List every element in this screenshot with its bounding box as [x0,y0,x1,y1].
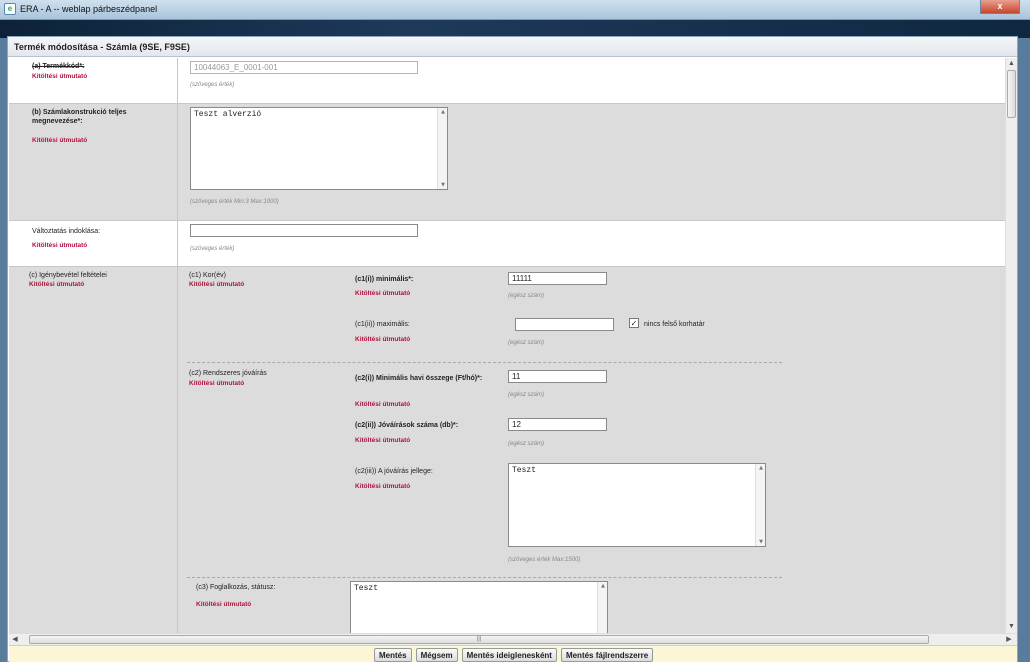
textarea-scrollbar[interactable]: ▲ [597,582,607,633]
column-divider [177,221,178,266]
c1-guide-link[interactable]: Kitöltési útmutató [189,281,244,288]
no-upper-limit-label: nincs felső korhatár [644,321,705,328]
column-divider [177,104,178,220]
scroll-right-icon[interactable]: ▶ [1003,634,1015,645]
textarea-scrollbar[interactable]: ▲ ▼ [437,108,447,189]
c2-guide-link[interactable]: Kitöltési útmutató [189,380,244,387]
modal-dialog: Termék módosítása - Számla (9SE, F9SE) (… [7,36,1018,662]
igenybevetel-guide-link[interactable]: Kitöltési útmutató [29,281,84,288]
c2-i-hint: (egész szám) [508,392,545,398]
window-controls: x [980,0,1020,14]
save-to-filesystem-button[interactable]: Mentés fájlrendszerre [560,648,654,662]
cancel-button[interactable]: Mégsem [415,648,458,662]
vertical-scrollbar[interactable]: ▲ ▼ [1005,58,1017,633]
dialog-footer: Mentés Mégsem Mentés ideiglenesként Ment… [9,645,1017,662]
dialog-title: Termék módosítása - Számla (9SE, F9SE) [14,42,190,52]
c1-min-guide-link[interactable]: Kitöltési útmutató [355,290,410,297]
c2-label: (c2) Rendszeres jóváírás [189,370,267,377]
no-upper-limit-checkbox[interactable]: ✓ [629,318,639,328]
column-divider [177,267,178,633]
c1-max-label: (c1(ii)) maximális: [355,321,410,328]
valtoztatas-hint: (szöveges érték) [190,246,235,252]
textarea-scrollbar[interactable]: ▲ ▼ [755,464,765,546]
dialog-header: Termék módosítása - Számla (9SE, F9SE) [8,37,1017,57]
c2-i-label: (c2(i)) Minimális havi összege (Ft/hó)*: [355,375,483,382]
c2-i-guide-link[interactable]: Kitöltési útmutató [355,401,410,408]
c1-min-hint: (egész szám) [508,293,545,299]
scroll-up-icon[interactable]: ▲ [1006,58,1017,70]
horizontal-scrollbar[interactable]: ◀ ||| ▶ [9,633,1017,645]
c1-label: (c1) Kor(év) [189,272,226,279]
scroll-left-icon[interactable]: ◀ [9,634,21,645]
c2-iii-value: Teszt [512,466,537,475]
save-button[interactable]: Mentés [374,648,412,662]
save-temporary-button[interactable]: Mentés ideiglenesként [461,648,557,662]
szamlakonstrukcio-hint: (szöveges érték Min:3 Max:1000) [190,199,279,205]
c3-value: Teszt [354,584,379,593]
c2-iii-label: (c2(iii)) A jóváírás jellege: [355,468,433,475]
section-divider [187,577,782,578]
c2-ii-hint: (egész szám) [508,441,545,447]
szamlakonstrukcio-value: Teszt alverzió [194,110,262,119]
c1-min-input[interactable] [508,272,607,285]
szamlakonstrukcio-label: (b) Számlakonstrukció teljes megnevezése… [32,109,127,125]
termekkod-label: (a) Termékkód*: [32,63,85,70]
c3-textarea[interactable]: Teszt ▲ [350,581,608,633]
c2-ii-input[interactable] [508,418,607,431]
igenybevetel-label: (c) Igénybevétel feltételei [29,272,107,279]
footer-buttons: Mentés Mégsem Mentés ideiglenesként Ment… [374,648,654,662]
c1-max-input[interactable] [515,318,614,331]
szamlakonstrukcio-guide-link[interactable]: Kitöltési útmutató [32,137,87,144]
c1-max-hint: (egész szám) [508,340,545,346]
form-content: (a) Termékkód*: Kitöltési útmutató (szöv… [9,58,1005,633]
horizontal-scroll-thumb[interactable]: ||| [29,635,929,644]
szamlakonstrukcio-textarea[interactable]: Teszt alverzió ▲ ▼ [190,107,448,190]
app-icon: e [4,3,16,15]
c2-ii-label: (c2(ii)) Jóváírások száma (db)*: [355,422,459,429]
valtoztatas-input[interactable] [190,224,418,237]
c3-label: (c3) Foglalkozás, státusz: [196,584,276,591]
c2-iii-guide-link[interactable]: Kitöltési útmutató [355,483,410,490]
row-szamlakonstrukcio: (b) Számlakonstrukció teljes megnevezése… [9,104,1005,221]
close-window-button[interactable]: x [980,0,1020,14]
c2-iii-hint: (szöveges érték Max:1500) [508,557,581,563]
valtoztatas-guide-link[interactable]: Kitöltési útmutató [32,242,87,249]
termekkod-guide-link[interactable]: Kitöltési útmutató [32,73,87,80]
window-title: ERA - A -- weblap párbeszédpanel [20,4,158,14]
scroll-down-icon[interactable]: ▼ [1006,621,1017,633]
section-divider [187,362,782,363]
termekkod-hint: (szöveges érték) [190,82,235,88]
valtoztatas-label: Változtatás indoklása: [32,228,101,235]
vertical-scroll-thumb[interactable] [1007,70,1016,118]
c1-min-label: (c1(i)) minimális*: [355,276,414,283]
window-titlebar: e ERA - A -- weblap párbeszédpanel x [0,0,1030,20]
column-divider [177,58,178,103]
c2-ii-guide-link[interactable]: Kitöltési útmutató [355,437,410,444]
c1-max-guide-link[interactable]: Kitöltési útmutató [355,336,410,343]
row-valtoztatas: Változtatás indoklása: Kitöltési útmutat… [9,221,1005,267]
c2-i-input[interactable] [508,370,607,383]
c3-guide-link[interactable]: Kitöltési útmutató [196,601,251,608]
termekkod-input[interactable] [190,61,418,74]
c2-iii-textarea[interactable]: Teszt ▲ ▼ [508,463,766,547]
row-igenybevetel: (c) Igénybevétel feltételei Kitöltési út… [9,267,1005,633]
row-termekkod: (a) Termékkód*: Kitöltési útmutató (szöv… [9,58,1005,104]
